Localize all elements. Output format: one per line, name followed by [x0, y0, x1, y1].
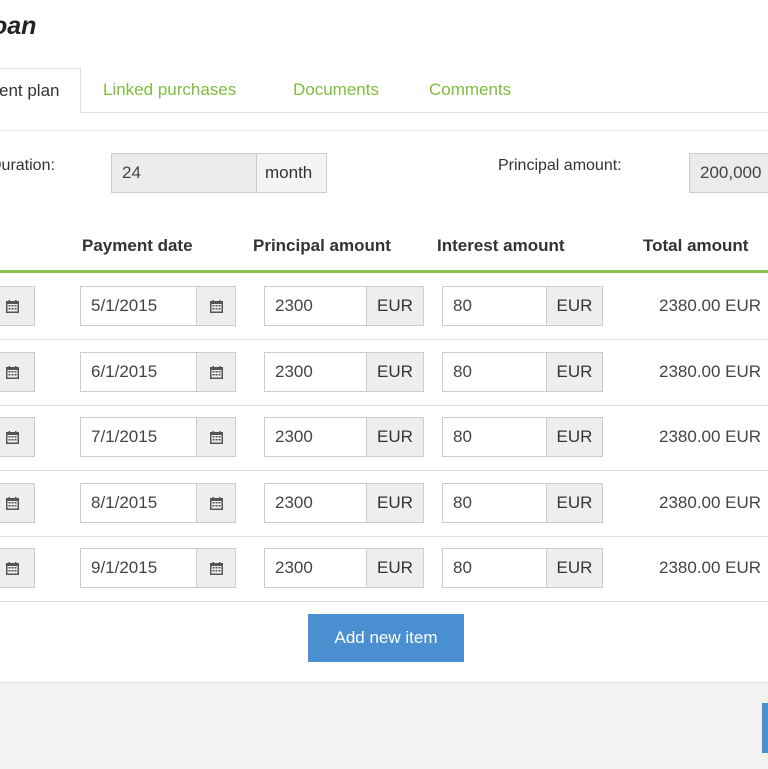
- add-new-item-button[interactable]: Add new item: [308, 614, 464, 662]
- interest-amount-input[interactable]: 80: [442, 482, 548, 523]
- currency-addon: EUR: [546, 351, 603, 392]
- tab-documents[interactable]: Documents: [293, 68, 379, 112]
- calendar-icon: [6, 296, 19, 315]
- payment-date-input[interactable]: 5/1/2015: [80, 286, 198, 326]
- principal-amount-input[interactable]: 2300: [264, 286, 368, 326]
- payment-date-input[interactable]: 8/1/2015: [80, 482, 198, 523]
- calendar-icon: [209, 558, 223, 577]
- table-row: 9/1/2015 2300 EUR 80 EUR 2380.00 EUR: [0, 536, 768, 602]
- calendar-button[interactable]: [196, 351, 236, 392]
- payment-date-input[interactable]: 6/1/2015: [80, 351, 198, 392]
- principal-amount-input[interactable]: 200,000: [689, 153, 768, 193]
- duration-unit: month: [256, 153, 327, 193]
- table-row: 6/1/2015 2300 EUR 80 EUR 2380.00 EUR: [0, 340, 768, 406]
- duration-input[interactable]: 24: [111, 153, 258, 193]
- column-header-total-amount: Total amount: [643, 236, 749, 255]
- calendar-icon: [6, 427, 19, 446]
- interest-amount-input[interactable]: 80: [442, 286, 548, 326]
- calendar-icon: [6, 493, 19, 512]
- column-header-principal-amount: Principal amount: [253, 236, 391, 255]
- tab-payment-plan[interactable]: ent plan: [0, 68, 81, 113]
- table-row: 7/1/2015 2300 EUR 80 EUR 2380.00 EUR: [0, 405, 768, 471]
- principal-amount-input[interactable]: 2300: [264, 351, 368, 392]
- currency-addon: EUR: [366, 351, 424, 392]
- total-amount: 2380.00 EUR: [659, 558, 762, 577]
- calendar-button[interactable]: [0, 548, 35, 588]
- calendar-button[interactable]: [0, 482, 35, 523]
- divider: [0, 130, 768, 131]
- footer-bar: [0, 682, 768, 769]
- calendar-button[interactable]: [196, 548, 236, 588]
- calendar-icon: [209, 362, 223, 381]
- currency-addon: EUR: [546, 417, 603, 457]
- currency-addon: EUR: [366, 286, 424, 326]
- calendar-icon: [209, 296, 223, 315]
- principal-amount-label: Principal amount:: [498, 157, 622, 174]
- payment-date-input[interactable]: 9/1/2015: [80, 548, 198, 588]
- currency-addon: EUR: [546, 286, 603, 326]
- payment-date-input[interactable]: 7/1/2015: [80, 417, 198, 457]
- principal-amount-input[interactable]: 2300: [264, 548, 368, 588]
- calendar-button[interactable]: [0, 286, 35, 326]
- calendar-button[interactable]: [196, 417, 236, 457]
- duration-label: Duration:: [0, 157, 55, 174]
- currency-addon: EUR: [366, 548, 424, 588]
- table-row: 5/1/2015 2300 EUR 80 EUR 2380.00 EUR: [0, 274, 768, 340]
- calendar-icon: [209, 427, 223, 446]
- calendar-button[interactable]: [196, 482, 236, 523]
- calendar-icon: [6, 558, 19, 577]
- currency-addon: EUR: [366, 482, 424, 523]
- interest-amount-input[interactable]: 80: [442, 351, 548, 392]
- calendar-button[interactable]: [0, 417, 35, 457]
- calendar-button[interactable]: [0, 351, 35, 392]
- total-amount: 2380.00 EUR: [659, 492, 762, 512]
- principal-amount-input[interactable]: 2300: [264, 482, 368, 523]
- tab-comments[interactable]: Comments: [429, 68, 511, 112]
- currency-addon: EUR: [366, 417, 424, 457]
- table-row: 8/1/2015 2300 EUR 80 EUR 2380.00 EUR: [0, 471, 768, 537]
- currency-addon: EUR: [546, 482, 603, 523]
- interest-amount-input[interactable]: 80: [442, 548, 548, 588]
- table-header-underline: [0, 270, 768, 273]
- calendar-icon: [6, 362, 19, 381]
- total-amount: 2380.00 EUR: [659, 427, 762, 446]
- tab-bar: ent plan Linked purchases Documents Comm…: [0, 68, 768, 113]
- total-amount: 2380.00 EUR: [659, 296, 762, 315]
- principal-amount-input[interactable]: 2300: [264, 417, 368, 457]
- calendar-icon: [209, 493, 223, 512]
- calendar-button[interactable]: [196, 286, 236, 326]
- page-title: oan: [0, 12, 37, 40]
- column-header-payment-date: Payment date: [82, 236, 193, 255]
- currency-addon: EUR: [546, 548, 603, 588]
- interest-amount-input[interactable]: 80: [442, 417, 548, 457]
- total-amount: 2380.00 EUR: [659, 361, 762, 381]
- footer-primary-button[interactable]: [762, 703, 768, 753]
- tab-linked-purchases[interactable]: Linked purchases: [103, 68, 236, 112]
- column-header-interest-amount: Interest amount: [437, 236, 565, 255]
